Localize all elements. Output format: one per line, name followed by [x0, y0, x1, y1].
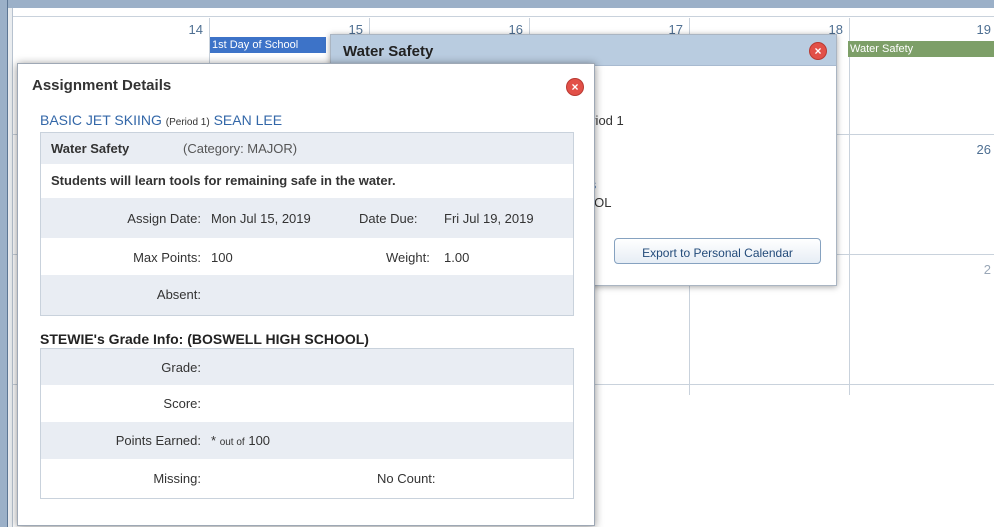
day-number[interactable]: 26 [943, 142, 991, 157]
day-number[interactable]: 2 [943, 262, 991, 277]
teacher-link[interactable]: SEAN LEE [214, 112, 282, 128]
grade-info-panel: Grade: Score: Points Earned: * out of 10… [40, 348, 574, 499]
no-count-label: No Count: [377, 471, 436, 486]
window-frame-top [0, 0, 994, 8]
assignment-description-row: Students will learn tools for remaining … [41, 164, 573, 198]
score-label: Score: [163, 396, 201, 411]
points-earned-outof: out of [219, 437, 245, 448]
window-frame-left [0, 0, 8, 527]
calendar-column-divider [849, 18, 850, 395]
points-earned-star: * [211, 433, 217, 448]
weight-value: 1.00 [444, 250, 470, 265]
assignment-dates-row: Assign Date: Mon Jul 15, 2019 Date Due: … [41, 198, 573, 238]
popover-title: Water Safety [343, 43, 434, 60]
date-due-value: Fri Jul 19, 2019 [444, 211, 534, 226]
course-period: (Period 1) [165, 117, 210, 128]
missing-label: Missing: [153, 471, 201, 486]
dialog-title: Assignment Details [32, 77, 172, 94]
max-points-value: 100 [211, 250, 233, 265]
calendar-event-first-day[interactable]: 1st Day of School [210, 37, 326, 53]
grade-row: Grade: [41, 349, 573, 385]
assignment-category: (Category: MAJOR) [183, 141, 298, 156]
close-icon[interactable]: × [809, 42, 827, 60]
assignment-header-row: Water Safety (Category: MAJOR) [41, 133, 573, 164]
score-row: Score: [41, 385, 573, 422]
assignment-name: Water Safety [51, 141, 130, 156]
day-number[interactable]: 14 [163, 22, 203, 37]
max-points-label: Max Points: [133, 250, 201, 265]
points-earned-value: * out of 100 [211, 433, 270, 448]
course-link[interactable]: BASIC JET SKIING [40, 112, 162, 128]
absent-label: Absent: [156, 287, 201, 302]
points-earned-total: 100 [248, 433, 271, 448]
calendar-row-divider [13, 16, 994, 17]
grade-info-title: STEWIE's Grade Info: (BOSWELL HIGH SCHOO… [40, 331, 369, 347]
close-icon[interactable]: × [566, 78, 584, 96]
missing-row: Missing: No Count: [41, 459, 573, 498]
assignment-panel: Water Safety (Category: MAJOR) Students … [40, 132, 574, 316]
assignment-description: Students will learn tools for remaining … [51, 173, 396, 188]
day-number[interactable]: 19 [943, 22, 991, 37]
points-earned-row: Points Earned: * out of 100 [41, 422, 573, 459]
course-line: BASIC JET SKIING (Period 1) SEAN LEE [40, 112, 282, 128]
assign-date-value: Mon Jul 15, 2019 [211, 211, 311, 226]
date-due-label: Date Due: [359, 211, 418, 226]
export-to-personal-calendar-button[interactable]: Export to Personal Calendar [614, 238, 821, 264]
assign-date-label: Assign Date: [127, 211, 201, 226]
weight-label: Weight: [386, 250, 430, 265]
assignment-absent-row: Absent: [41, 275, 573, 315]
assignment-points-row: Max Points: 100 Weight: 1.00 [41, 238, 573, 275]
calendar-event-water-safety[interactable]: Water Safety [848, 41, 994, 57]
points-earned-label: Points Earned: [115, 433, 201, 448]
grade-label: Grade: [161, 360, 201, 375]
assignment-details-dialog: Assignment Details × BASIC JET SKIING (P… [17, 63, 595, 526]
